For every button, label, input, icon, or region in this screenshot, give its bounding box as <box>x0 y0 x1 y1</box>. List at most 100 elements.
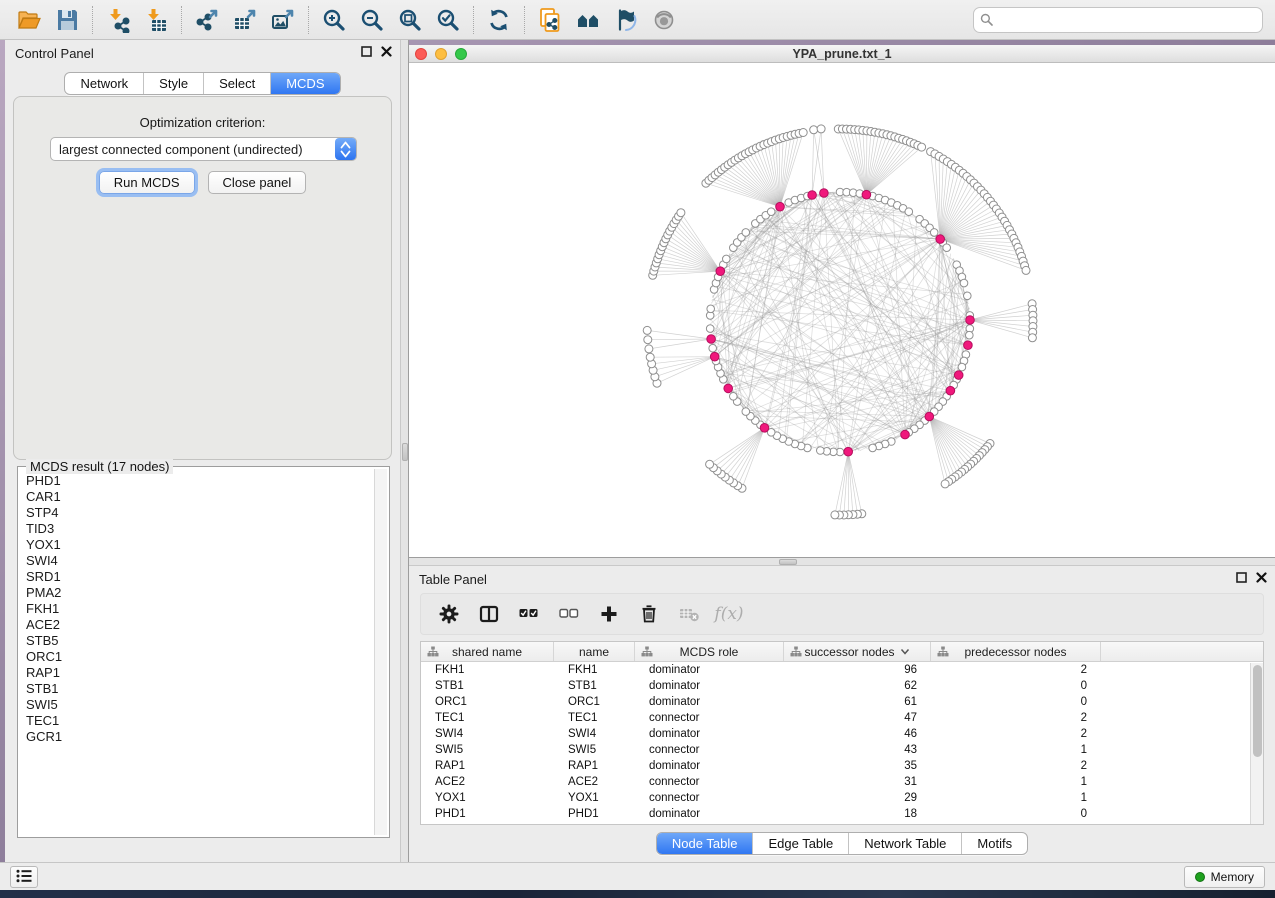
task-history-button[interactable] <box>10 866 38 888</box>
table-options-icon[interactable] <box>431 599 467 629</box>
tab-mcds[interactable]: MCDS <box>271 73 339 94</box>
tab-select[interactable]: Select <box>204 73 271 94</box>
apply-function-icon: f(x) <box>711 599 747 629</box>
mcds-result-item[interactable]: ORC1 <box>26 649 373 665</box>
column-header-name[interactable]: name <box>554 642 635 661</box>
zoom-selected-icon[interactable] <box>429 4 467 36</box>
cell-shared_name: TEC1 <box>421 712 554 724</box>
delete-columns-icon[interactable] <box>631 599 667 629</box>
mcds-result-title: MCDS result (17 nodes) <box>26 459 173 474</box>
table-row[interactable]: ORC1ORC1dominator610 <box>421 694 1263 710</box>
cell-shared_name: SWI4 <box>421 728 554 740</box>
zoom-fit-icon[interactable] <box>391 4 429 36</box>
mcds-result-item[interactable]: TEC1 <box>26 713 373 729</box>
export-network-icon[interactable] <box>188 4 226 36</box>
select-all-rows-icon[interactable] <box>511 599 547 629</box>
first-neighbors-icon[interactable] <box>569 4 607 36</box>
table-row[interactable]: ACE2ACE2connector311 <box>421 774 1263 790</box>
tab-network-table[interactable]: Network Table <box>849 833 962 854</box>
vertical-splitter[interactable] <box>400 40 409 862</box>
column-header-mcds_role[interactable]: MCDS role <box>635 642 784 661</box>
tab-motifs[interactable]: Motifs <box>962 833 1027 854</box>
column-header-predecessor_nodes[interactable]: predecessor nodes <box>931 642 1101 661</box>
toolbar-icon-group <box>10 4 683 36</box>
mcds-result-item[interactable]: CAR1 <box>26 489 373 505</box>
network-canvas[interactable] <box>409 63 1275 557</box>
mcds-result-item[interactable]: STB5 <box>26 633 373 649</box>
mcds-result-item[interactable]: RAP1 <box>26 665 373 681</box>
cell-shared_name: SWI5 <box>421 744 554 756</box>
mcds-result-item[interactable]: SWI4 <box>26 553 373 569</box>
cell-mcds_role: dominator <box>635 696 784 708</box>
float-panel-icon[interactable] <box>1236 571 1247 586</box>
close-panel-button[interactable]: Close panel <box>208 171 307 194</box>
open-file-icon[interactable] <box>10 4 48 36</box>
mcds-result-scrollbar[interactable] <box>374 469 387 835</box>
horizontal-splitter[interactable] <box>409 557 1275 566</box>
run-mcds-button[interactable]: Run MCDS <box>99 171 195 194</box>
table-row[interactable]: YOX1YOX1connector291 <box>421 790 1263 806</box>
mcds-result-item[interactable]: SRD1 <box>26 569 373 585</box>
search-container <box>973 7 1263 33</box>
show-hide-columns-icon[interactable] <box>471 599 507 629</box>
mcds-result-item[interactable]: SWI5 <box>26 697 373 713</box>
cell-name: SWI4 <box>554 728 635 740</box>
deselect-all-rows-icon[interactable] <box>551 599 587 629</box>
tab-style[interactable]: Style <box>144 73 204 94</box>
mcds-result-item[interactable]: TID3 <box>26 521 373 537</box>
table-row[interactable]: SWI5SWI5connector431 <box>421 742 1263 758</box>
table-row[interactable]: PHD1PHD1dominator180 <box>421 806 1263 822</box>
cell-shared_name: STB1 <box>421 680 554 692</box>
network-view-window: YPA_prune.txt_1 <box>409 40 1275 557</box>
zoom-in-icon[interactable] <box>315 4 353 36</box>
optimization-criterion-select[interactable]: largest connected component (undirected) <box>50 137 357 161</box>
task-list-icon <box>15 867 33 888</box>
mcds-result-item[interactable]: ACE2 <box>26 617 373 633</box>
table-row[interactable]: FKH1FKH1dominator962 <box>421 662 1263 678</box>
cell-successor_nodes: 47 <box>784 712 931 724</box>
import-network-icon[interactable] <box>99 4 137 36</box>
mcds-result-item[interactable]: PHD1 <box>26 473 373 489</box>
cell-mcds_role: connector <box>635 744 784 756</box>
zoom-out-icon[interactable] <box>353 4 391 36</box>
save-session-icon[interactable] <box>48 4 86 36</box>
node-table-header: shared namenameMCDS rolesuccessor nodesp… <box>421 642 1263 662</box>
table-row[interactable]: STB1STB1dominator620 <box>421 678 1263 694</box>
table-row[interactable]: SWI4SWI4dominator462 <box>421 726 1263 742</box>
import-table-icon[interactable] <box>137 4 175 36</box>
column-header-shared_name[interactable]: shared name <box>421 642 554 661</box>
mcds-result-item[interactable]: YOX1 <box>26 537 373 553</box>
cell-mcds_role: connector <box>635 792 784 804</box>
export-table-icon[interactable] <box>226 4 264 36</box>
control-panel-header: Control Panel <box>5 40 400 66</box>
update-network-icon[interactable] <box>480 4 518 36</box>
tab-edge-table[interactable]: Edge Table <box>753 833 849 854</box>
create-column-icon[interactable] <box>591 599 627 629</box>
new-network-from-selection-icon[interactable] <box>531 4 569 36</box>
table-row[interactable]: TEC1TEC1connector472 <box>421 710 1263 726</box>
mcds-result-item[interactable]: STB1 <box>26 681 373 697</box>
cell-mcds_role: connector <box>635 776 784 788</box>
export-image-icon[interactable] <box>264 4 302 36</box>
tab-network[interactable]: Network <box>65 73 144 94</box>
close-panel-icon[interactable] <box>1256 571 1267 586</box>
horizontal-splitter-grip[interactable] <box>779 559 797 565</box>
cell-successor_nodes: 35 <box>784 760 931 772</box>
show-all-icon[interactable] <box>645 4 683 36</box>
mcds-result-item[interactable]: PMA2 <box>26 585 373 601</box>
close-panel-icon[interactable] <box>381 45 392 60</box>
table-scrollbar-thumb[interactable] <box>1253 665 1262 757</box>
mcds-result-item[interactable]: STP4 <box>26 505 373 521</box>
column-header-successor_nodes[interactable]: successor nodes <box>784 642 931 661</box>
search-input[interactable] <box>973 7 1263 33</box>
table-row[interactable]: RAP1RAP1dominator352 <box>421 758 1263 774</box>
tab-node-table[interactable]: Node Table <box>657 833 754 854</box>
float-panel-icon[interactable] <box>361 45 372 60</box>
memory-button[interactable]: Memory <box>1184 866 1265 888</box>
status-bar: Memory <box>0 862 1275 890</box>
mcds-result-item[interactable]: GCR1 <box>26 729 373 745</box>
vertical-splitter-grip[interactable] <box>402 443 408 461</box>
mcds-result-item[interactable]: FKH1 <box>26 601 373 617</box>
table-scrollbar[interactable] <box>1250 663 1263 824</box>
hide-selected-icon[interactable] <box>607 4 645 36</box>
